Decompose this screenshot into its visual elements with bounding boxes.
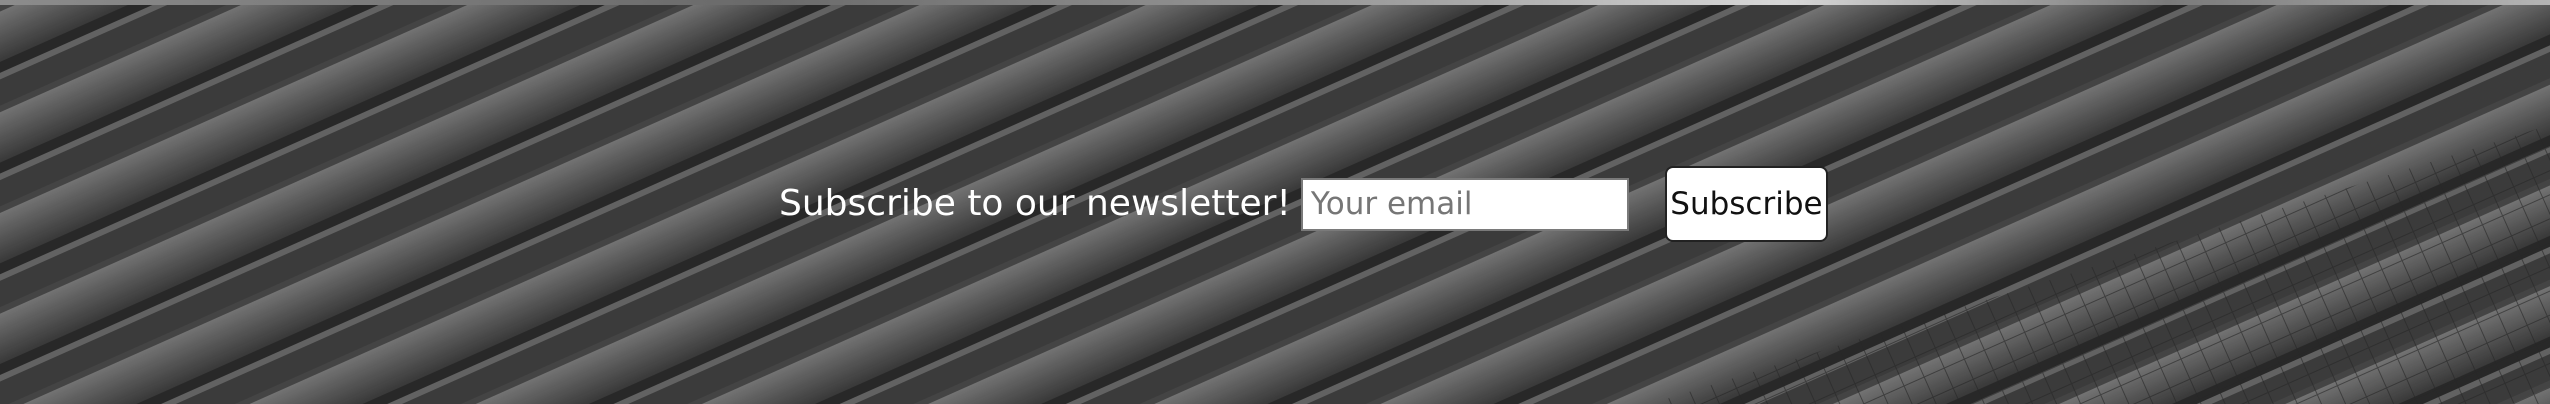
newsletter-form: Subscribe to our newsletter! Subscribe — [779, 166, 1828, 242]
newsletter-heading: Subscribe to our newsletter! — [779, 183, 1291, 224]
subscribe-button[interactable]: Subscribe — [1664, 166, 1828, 242]
email-input[interactable] — [1300, 177, 1629, 231]
newsletter-banner: Subscribe to our newsletter! Subscribe — [0, 0, 2550, 404]
